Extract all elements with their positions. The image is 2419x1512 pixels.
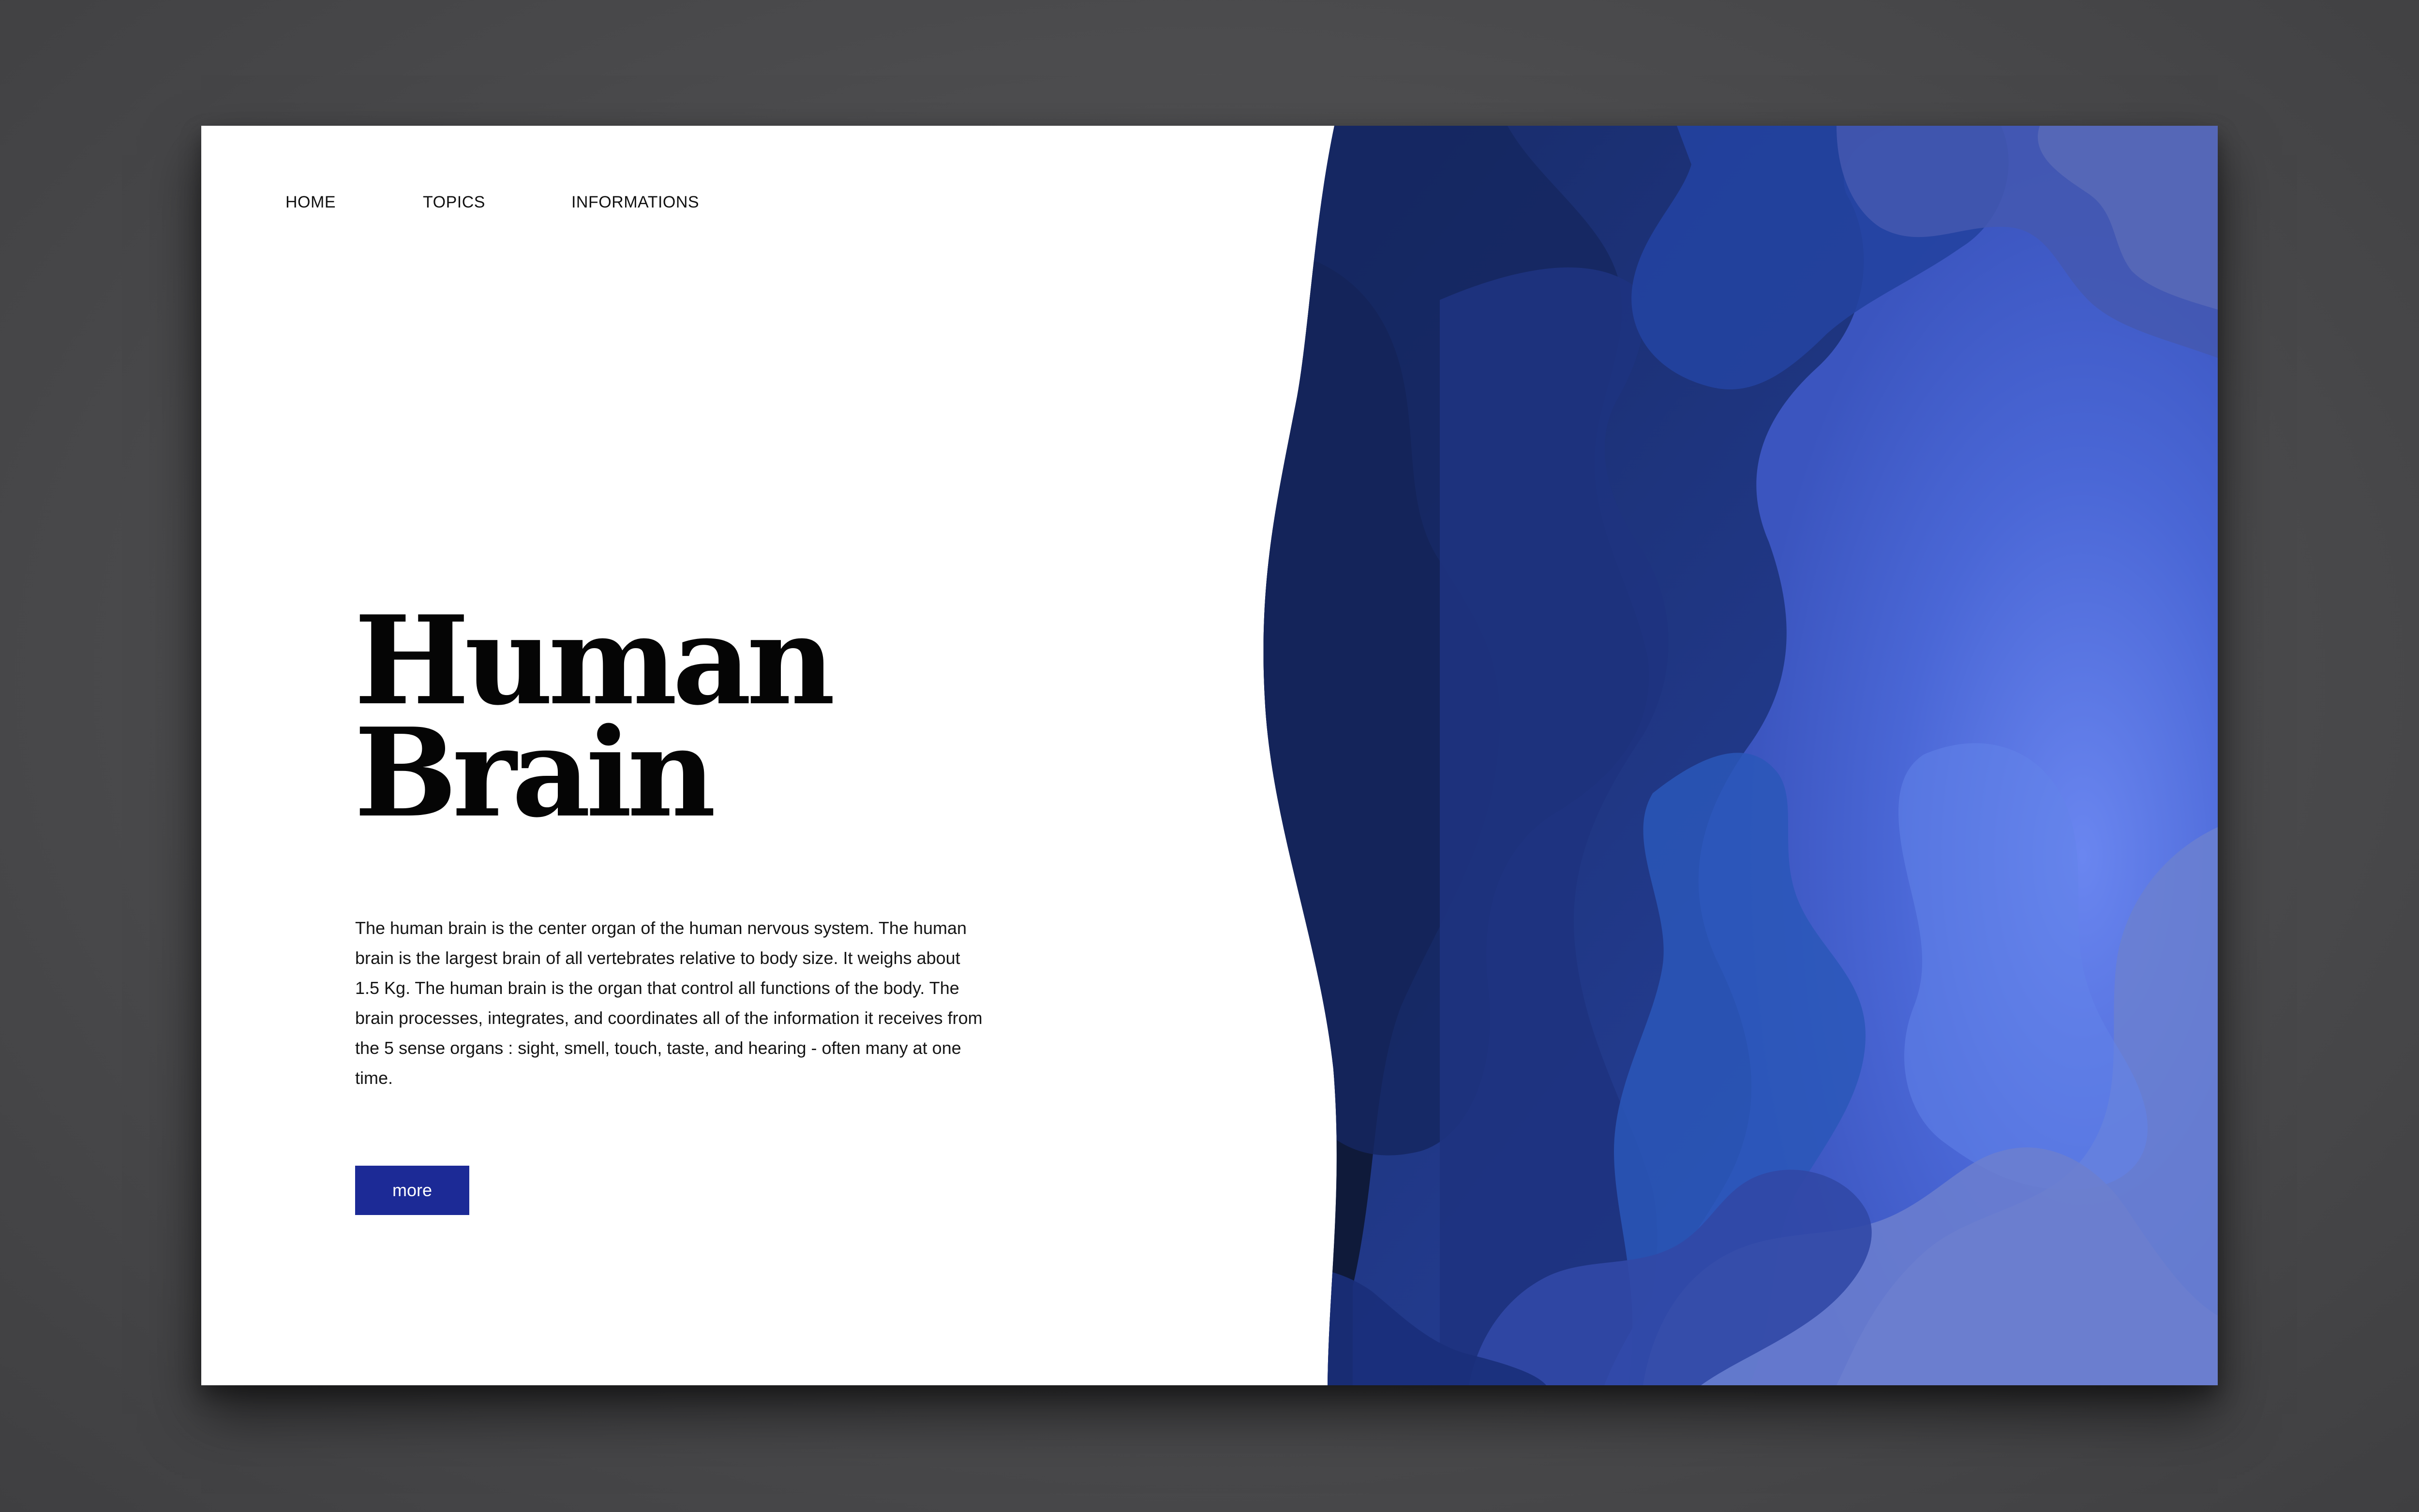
hero-description: The human brain is the center organ of t…: [355, 918, 983, 1088]
nav-item-topics[interactable]: TOPICS: [423, 193, 485, 212]
hero-title-line-1: Human: [354, 589, 835, 732]
top-navigation: HOME TOPICS INFORMATIONS: [285, 183, 699, 222]
landing-page-card: HOME TOPICS INFORMATIONS Human Brain The…: [201, 126, 2218, 1385]
nav-item-informations[interactable]: INFORMATIONS: [571, 193, 699, 212]
more-button[interactable]: more: [355, 1166, 469, 1215]
hero-title: Human Brain: [354, 589, 835, 845]
nav-item-home[interactable]: HOME: [285, 193, 336, 212]
hero-title-line-2: Brain: [354, 701, 716, 845]
